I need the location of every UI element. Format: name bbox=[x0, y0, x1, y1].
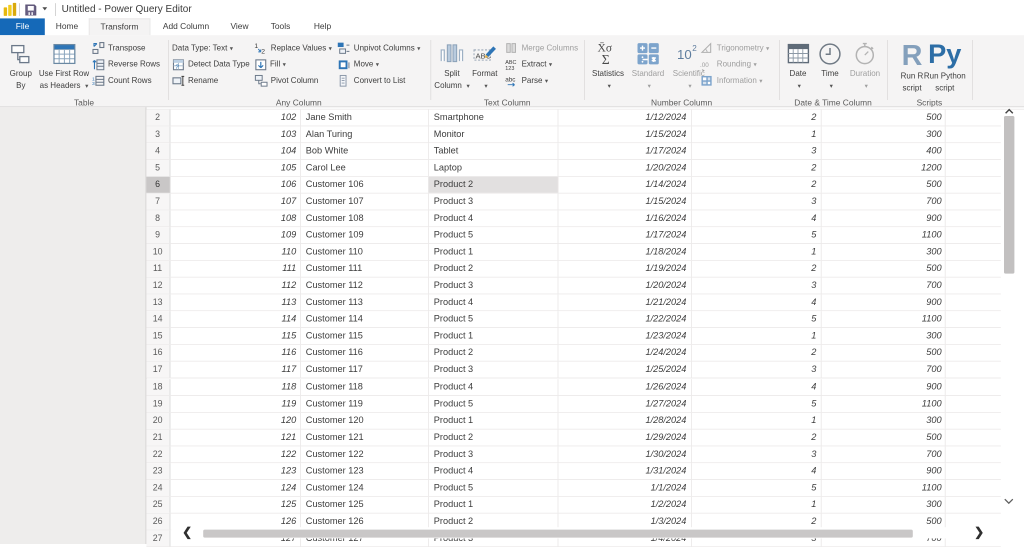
svg-text:2: 2 bbox=[261, 48, 265, 54]
svg-text:abc: abc bbox=[505, 76, 515, 83]
svg-text:?: ? bbox=[175, 64, 179, 71]
svg-text:123: 123 bbox=[505, 66, 514, 71]
svg-text:.00: .00 bbox=[700, 62, 709, 69]
svg-text:1: 1 bbox=[254, 43, 258, 50]
svg-text:2: 2 bbox=[692, 44, 697, 53]
svg-text:3: 3 bbox=[92, 81, 95, 87]
svg-text:Σ: Σ bbox=[602, 52, 610, 67]
svg-text:10: 10 bbox=[677, 47, 692, 62]
